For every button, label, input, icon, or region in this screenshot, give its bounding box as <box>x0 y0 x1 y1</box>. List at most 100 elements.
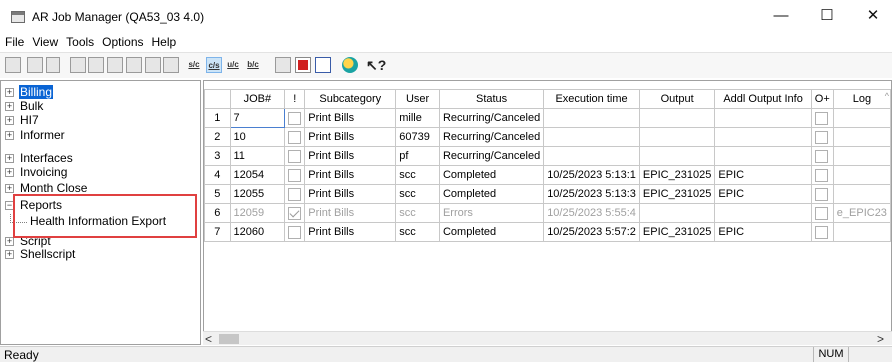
execution-time-cell[interactable] <box>543 108 640 128</box>
o-plus-cell[interactable] <box>810 203 834 223</box>
flag-cell[interactable] <box>284 127 306 147</box>
status-cell[interactable]: Errors <box>438 203 545 223</box>
flag-cell[interactable] <box>284 203 306 223</box>
bc-filter-button[interactable]: b/c <box>245 57 261 73</box>
status-cell[interactable]: Completed <box>438 222 545 242</box>
o-plus-checkbox[interactable] <box>814 168 828 182</box>
menu-view[interactable]: View <box>27 34 61 49</box>
minimize-button[interactable]: — <box>766 6 796 26</box>
job-number-cell[interactable]: 12060 <box>229 222 286 242</box>
o-plus-checkbox[interactable] <box>814 130 828 144</box>
status-cell[interactable]: Completed <box>438 165 545 185</box>
job-number-cell[interactable]: 12054 <box>229 165 286 185</box>
log-cell[interactable] <box>832 165 891 185</box>
execution-time-cell[interactable] <box>543 146 640 166</box>
column-header-user[interactable]: User <box>395 89 440 109</box>
search-document-icon[interactable] <box>107 57 123 73</box>
table-row[interactable]: 5 12055 Print Bills scc Completed 10/25/… <box>204 184 891 204</box>
flag-cell[interactable] <box>284 108 306 128</box>
menu-file[interactable]: File <box>0 34 27 49</box>
forward-icon[interactable] <box>46 57 60 73</box>
addl-output-cell[interactable]: EPIC <box>714 222 812 242</box>
o-plus-cell[interactable] <box>810 127 834 147</box>
user-cell[interactable]: scc <box>395 165 440 185</box>
column-header-output[interactable]: Output <box>638 89 716 109</box>
menu-options[interactable]: Options <box>97 34 146 49</box>
expand-icon[interactable]: + <box>5 154 14 163</box>
user-cell[interactable]: mille <box>395 108 440 128</box>
flag-cell[interactable] <box>284 222 306 242</box>
sc-filter-button[interactable]: s/c <box>186 57 202 73</box>
expand-icon[interactable]: + <box>5 168 14 177</box>
output-cell[interactable] <box>638 146 716 166</box>
subcategory-cell[interactable]: Print Bills <box>304 184 397 204</box>
subcategory-cell[interactable]: Print Bills <box>304 203 397 223</box>
flag-cell[interactable] <box>284 146 306 166</box>
scroll-right-arrow-icon[interactable]: > <box>877 332 884 346</box>
scrollbar-thumb[interactable] <box>219 334 239 344</box>
menu-help[interactable]: Help <box>147 34 180 49</box>
horizontal-scrollbar[interactable]: < > <box>203 331 892 346</box>
menu-tools[interactable]: Tools <box>61 34 97 49</box>
help-pointer-icon[interactable]: ↖? <box>366 57 388 73</box>
report-icon[interactable] <box>275 57 291 73</box>
uc-filter-button[interactable]: u/c <box>225 57 241 73</box>
output-cell[interactable] <box>638 127 716 147</box>
flag-cell[interactable] <box>284 165 306 185</box>
o-plus-checkbox[interactable] <box>814 225 828 239</box>
subcategory-cell[interactable]: Print Bills <box>304 127 397 147</box>
column-header-o-plus[interactable]: O+ <box>810 89 834 109</box>
scroll-left-arrow-icon[interactable]: < <box>205 332 212 346</box>
output-cell[interactable]: EPIC_231025 <box>638 184 716 204</box>
column-header-log[interactable]: Log <box>832 89 891 109</box>
addl-output-cell[interactable]: EPIC <box>714 165 812 185</box>
subcategory-cell[interactable]: Print Bills <box>304 222 397 242</box>
log-cell[interactable] <box>832 108 891 128</box>
execution-time-cell[interactable]: 10/25/2023 5:13:3 <box>543 184 640 204</box>
user-cell[interactable]: scc <box>395 203 440 223</box>
column-header-status[interactable]: Status <box>438 89 545 109</box>
job-number-cell[interactable]: 12055 <box>229 184 286 204</box>
document-icon[interactable] <box>70 57 86 73</box>
status-cell[interactable]: Recurring/Canceled <box>438 127 545 147</box>
close-button[interactable]: ✕ <box>858 6 888 26</box>
find-next-icon[interactable] <box>145 57 161 73</box>
flag-checkbox-checked[interactable] <box>288 206 302 220</box>
job-number-cell[interactable]: 7 <box>229 108 286 128</box>
subcategory-cell[interactable]: Print Bills <box>304 146 397 166</box>
table-row[interactable]: 3 11 Print Bills pf Recurring/Canceled <box>204 146 891 166</box>
o-plus-cell[interactable] <box>810 222 834 242</box>
subcategory-cell[interactable]: Print Bills <box>304 108 397 128</box>
cs-filter-button[interactable]: c/s <box>206 57 222 73</box>
flag-cell[interactable] <box>284 184 306 204</box>
user-cell[interactable]: pf <box>395 146 440 166</box>
output-cell[interactable] <box>638 108 716 128</box>
job-number-cell[interactable]: 11 <box>229 146 286 166</box>
expand-icon[interactable]: + <box>5 250 14 259</box>
find-document-icon[interactable] <box>126 57 142 73</box>
flag-checkbox[interactable] <box>288 149 302 163</box>
user-cell[interactable]: scc <box>395 184 440 204</box>
status-cell[interactable]: Recurring/Canceled <box>438 108 545 128</box>
column-header-job[interactable]: JOB# <box>229 89 286 109</box>
status-cell[interactable]: Recurring/Canceled <box>438 146 545 166</box>
log-cell[interactable] <box>832 222 891 242</box>
log-cell[interactable] <box>832 146 891 166</box>
refresh-status-icon[interactable] <box>342 57 358 73</box>
expand-icon[interactable]: + <box>5 237 14 246</box>
log-cell[interactable]: e_EPIC23 <box>832 203 891 223</box>
addl-output-cell[interactable] <box>714 146 812 166</box>
column-header-subcategory[interactable]: Subcategory <box>304 89 397 109</box>
flag-checkbox[interactable] <box>288 130 302 144</box>
execution-time-cell[interactable]: 10/25/2023 5:13:1 <box>543 165 640 185</box>
stop-job-icon[interactable] <box>295 57 311 73</box>
status-cell[interactable]: Completed <box>438 184 545 204</box>
print-icon[interactable] <box>5 57 21 73</box>
table-row[interactable]: 1 7 Print Bills mille Recurring/Canceled <box>204 108 891 128</box>
flag-checkbox[interactable] <box>288 187 302 201</box>
column-header-flag[interactable]: ! <box>284 89 306 109</box>
flag-checkbox[interactable] <box>288 225 302 239</box>
expand-icon[interactable]: + <box>5 184 14 193</box>
table-row[interactable]: 6 12059 Print Bills scc Errors 10/25/202… <box>204 203 891 223</box>
flag-checkbox[interactable] <box>288 111 302 125</box>
